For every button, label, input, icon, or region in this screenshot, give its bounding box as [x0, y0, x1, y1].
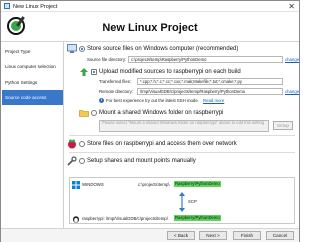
- read-more-link[interactable]: Read more: [203, 98, 224, 103]
- app-icon: [4, 3, 10, 9]
- mount-shared-label[interactable]: Mount a shared Windows folder on raspber…: [99, 110, 223, 116]
- cancel-button[interactable]: Cancel: [266, 231, 294, 240]
- setup-button[interactable]: Setup: [273, 121, 293, 130]
- windows-logo-icon: [72, 181, 80, 189]
- main-panel: Store source files on Windows computer (…: [65, 42, 299, 228]
- wizard-sidebar: Project Type Linux computer selection Py…: [1, 42, 64, 228]
- remote-dir-label: Remote directory:: [99, 89, 133, 94]
- back-button[interactable]: < Back: [167, 231, 195, 240]
- path-mapping-diagram: WINDOWS c:\projects\temp\ Raspberry\Pyth…: [69, 177, 295, 224]
- transferred-files-field[interactable]: *.cpp;*.h;*.c;*.cc;*.cxx;*.mak;Makefile;…: [137, 78, 283, 85]
- transferred-files-label: Transferred files:: [99, 79, 132, 84]
- page-title: New Linux Project: [102, 22, 198, 34]
- windows-path-prefix: c:\projects\temp\: [138, 182, 170, 187]
- mount-settings-field: Please select "Mount a shared Windows fo…: [99, 120, 269, 132]
- setup-shares-radio[interactable]: [79, 158, 85, 164]
- linux-path-prefix: raspberrypi: /tmp/VisualGDB/c/projects/t…: [82, 216, 168, 221]
- sidebar-item-linux-computer-selection[interactable]: Linux computer selection: [2, 59, 63, 74]
- raspberrypi-icon: [67, 139, 77, 149]
- windows-path-highlight: Raspberry\PythonDemo: [174, 181, 221, 187]
- info-icon: i: [99, 98, 104, 103]
- store-on-remote-radio[interactable]: [79, 141, 85, 147]
- wizard-header: New Linux Project: [1, 12, 299, 42]
- best-experience-note: For best experience try out the latest S…: [106, 98, 199, 103]
- source-dir-field[interactable]: c:\projects\temp\Raspberry\PythonDemo: [128, 56, 283, 63]
- finish-button[interactable]: Finish: [233, 231, 261, 240]
- sidebar-item-project-type[interactable]: Project Type: [2, 44, 63, 59]
- transfer-arrow-icon: [178, 191, 186, 213]
- wizard-footer: < Back Next > Finish Cancel: [1, 228, 299, 242]
- tools-icon: [67, 156, 77, 166]
- shared-folder-icon: [79, 108, 89, 118]
- mount-shared-radio[interactable]: [91, 110, 97, 116]
- next-button[interactable]: Next >: [199, 231, 227, 240]
- close-icon[interactable]: ✕: [288, 2, 295, 11]
- change-remote-dir-link[interactable]: change: [285, 89, 299, 94]
- source-dir-label: Source file directory:: [87, 57, 127, 62]
- upload-arrow-icon: [79, 67, 89, 77]
- windows-label: WINDOWS: [82, 182, 104, 187]
- transfer-label: SCP: [188, 199, 197, 204]
- new-linux-project-window: New Linux Project ✕ New Linux Project Pr…: [0, 0, 300, 242]
- linux-path-highlight: Raspberry/PythonDemo: [174, 215, 221, 221]
- divider: [69, 152, 295, 153]
- change-source-dir-link[interactable]: change: [285, 57, 299, 62]
- divider: [69, 135, 295, 136]
- store-on-remote-label[interactable]: Store files on raspberrypi and access th…: [87, 141, 237, 147]
- sidebar-item-python-settings[interactable]: Python Settings: [2, 75, 63, 90]
- store-on-windows-label[interactable]: Store source files on Windows computer (…: [87, 46, 238, 52]
- upload-modified-label[interactable]: Upload modified sources to raspberrypi o…: [99, 69, 241, 75]
- upload-modified-checkbox[interactable]: [91, 69, 97, 75]
- setup-shares-label[interactable]: Setup shares and mount points manually: [87, 158, 196, 164]
- sidebar-item-source-code-access[interactable]: Source code access: [2, 90, 63, 105]
- remote-dir-field[interactable]: /tmp/VisualGDB/c/projects/temp/Raspberry…: [137, 88, 283, 95]
- linux-tux-icon: [72, 215, 80, 223]
- store-on-windows-radio[interactable]: [79, 46, 85, 52]
- title-bar: New Linux Project ✕: [1, 1, 299, 12]
- window-title: New Linux Project: [13, 4, 58, 10]
- windows-computer-icon: [67, 44, 77, 54]
